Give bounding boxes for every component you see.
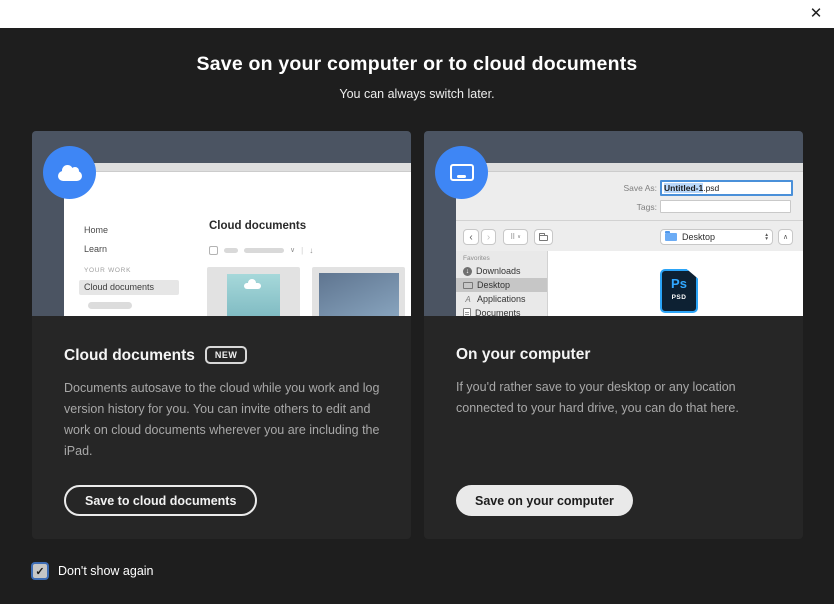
view-options-button: ⠿ ∨ <box>503 229 528 245</box>
close-icon[interactable]: ✕ <box>805 3 827 25</box>
cloud-mini-content: Home Learn YOUR WORK Cloud documents Clo… <box>64 172 411 316</box>
filename-field: Untitled-1.psd <box>660 180 793 196</box>
computer-preview-image: Save As: Untitled-1.psd Tags: ‹ › ⠿ ∨ <box>424 131 803 316</box>
mini-select-checkbox <box>209 246 218 255</box>
mini-document-grid <box>207 267 405 316</box>
collapse-button: ∧ <box>778 229 793 245</box>
window-titlebar: ✕ <box>0 0 834 28</box>
stepper-down-icon: ▾ <box>765 237 768 242</box>
mini-window-titlebar <box>456 163 803 172</box>
mini-sort-pill <box>244 248 284 253</box>
favorite-label: Desktop <box>477 280 510 290</box>
documents-icon <box>463 308 471 316</box>
on-computer-card: Save As: Untitled-1.psd Tags: ‹ › ⠿ ∨ <box>424 131 803 539</box>
mini-sidebar-item-learn: Learn <box>84 244 107 254</box>
filename-selected-text: Untitled-1 <box>664 183 703 193</box>
psd-file-icon: Ps PSD <box>660 269 698 313</box>
cloud-icon <box>58 171 82 181</box>
computer-card-description: If you'd rather save to your desktop or … <box>456 377 776 419</box>
favorite-label: Applications <box>477 294 526 304</box>
cloud-documents-card: Home Learn YOUR WORK Cloud documents Clo… <box>32 131 411 539</box>
artwork-cloud <box>244 283 261 289</box>
desktop-folder-icon <box>665 233 677 241</box>
favorite-item-desktop: Desktop <box>456 278 547 292</box>
cloud-mini-window: Home Learn YOUR WORK Cloud documents Clo… <box>64 163 411 316</box>
chevron-down-icon: ∨ <box>290 246 295 254</box>
computer-card-title: On your computer <box>456 346 590 363</box>
mini-sidebar-item-cloud-documents: Cloud documents <box>79 280 179 295</box>
tags-label: Tags: <box>577 202 657 212</box>
location-label: Desktop <box>682 232 760 242</box>
filename-extension: .psd <box>703 183 719 193</box>
desert-artwork <box>227 274 280 316</box>
laptop-icon <box>450 164 474 181</box>
computer-card-text: On your computer If you'd rather save to… <box>424 316 803 419</box>
mini-window-titlebar <box>64 163 411 172</box>
cloud-card-description: Documents autosave to the cloud while yo… <box>64 378 384 462</box>
gradient-artwork <box>319 273 399 316</box>
favorite-label: Documents <box>475 308 521 316</box>
mini-doc-thumbnail-1 <box>207 267 300 316</box>
mini-sidebar-placeholder <box>88 302 132 309</box>
dont-show-again-label[interactable]: Don't show again <box>58 564 154 578</box>
file-area: Ps PSD <box>548 251 803 316</box>
applications-icon: A <box>463 295 473 304</box>
save-choice-dialog: Save on your computer or to cloud docume… <box>0 28 834 604</box>
mini-filter-pill <box>224 248 238 253</box>
psd-extension-text: PSD <box>672 294 687 301</box>
new-folder-button <box>534 229 553 245</box>
cloud-card-text: Cloud documents NEW Documents autosave to… <box>32 316 411 462</box>
downloads-icon: ↓ <box>463 267 472 276</box>
save-to-cloud-button[interactable]: Save to cloud documents <box>64 485 257 516</box>
dont-show-again-control[interactable]: ✓ Don't show again <box>33 564 154 578</box>
back-button: ‹ <box>463 229 479 245</box>
mini-heading: Cloud documents <box>209 220 306 232</box>
dialog-title: Save on your computer or to cloud docume… <box>0 28 834 76</box>
cloud-preview-image: Home Learn YOUR WORK Cloud documents Clo… <box>32 131 411 316</box>
folder-icon <box>539 235 548 241</box>
save-as-label: Save As: <box>577 183 657 193</box>
mini-toolbar: ∨ | ↓ <box>209 245 313 255</box>
mini-sidebar-item-home: Home <box>84 225 108 235</box>
sort-direction-icon: ↓ <box>309 246 313 255</box>
dont-show-again-checkbox[interactable]: ✓ <box>33 564 47 578</box>
divider-glyph: | <box>301 246 303 255</box>
divider <box>456 220 803 221</box>
favorite-item-downloads: ↓ Downloads <box>456 264 547 278</box>
stepper-icon: ▴ ▾ <box>765 233 768 242</box>
cloud-circle-badge <box>43 146 96 199</box>
cloud-card-title: Cloud documents <box>64 347 195 364</box>
favorite-item-applications: A Applications <box>456 292 547 306</box>
forward-button: › <box>481 229 496 245</box>
favorites-header: Favorites <box>456 255 547 262</box>
mini-doc-thumbnail-2 <box>312 267 405 316</box>
mac-file-browser: Favorites ↓ Downloads Desktop A <box>456 251 803 316</box>
dialog-subtitle: You can always switch later. <box>0 76 834 101</box>
favorite-item-documents: Documents <box>456 306 547 316</box>
favorite-label: Downloads <box>476 266 521 276</box>
computer-circle-badge <box>435 146 488 199</box>
grid-view-icon: ⠿ <box>510 233 515 241</box>
new-badge: NEW <box>205 346 248 364</box>
ps-logo-text: Ps <box>671 276 687 291</box>
tags-field <box>660 200 791 213</box>
mini-sidebar-section-label: YOUR WORK <box>84 267 131 274</box>
mac-save-content: Save As: Untitled-1.psd Tags: ‹ › ⠿ ∨ <box>456 172 803 316</box>
save-on-computer-button[interactable]: Save on your computer <box>456 485 633 516</box>
desktop-icon <box>463 282 473 289</box>
favorites-sidebar: Favorites ↓ Downloads Desktop A <box>456 251 548 316</box>
chevron-down-icon: ∨ <box>517 234 521 240</box>
location-dropdown: Desktop ▴ ▾ <box>660 229 773 245</box>
mac-save-mini-window: Save As: Untitled-1.psd Tags: ‹ › ⠿ ∨ <box>456 163 803 316</box>
